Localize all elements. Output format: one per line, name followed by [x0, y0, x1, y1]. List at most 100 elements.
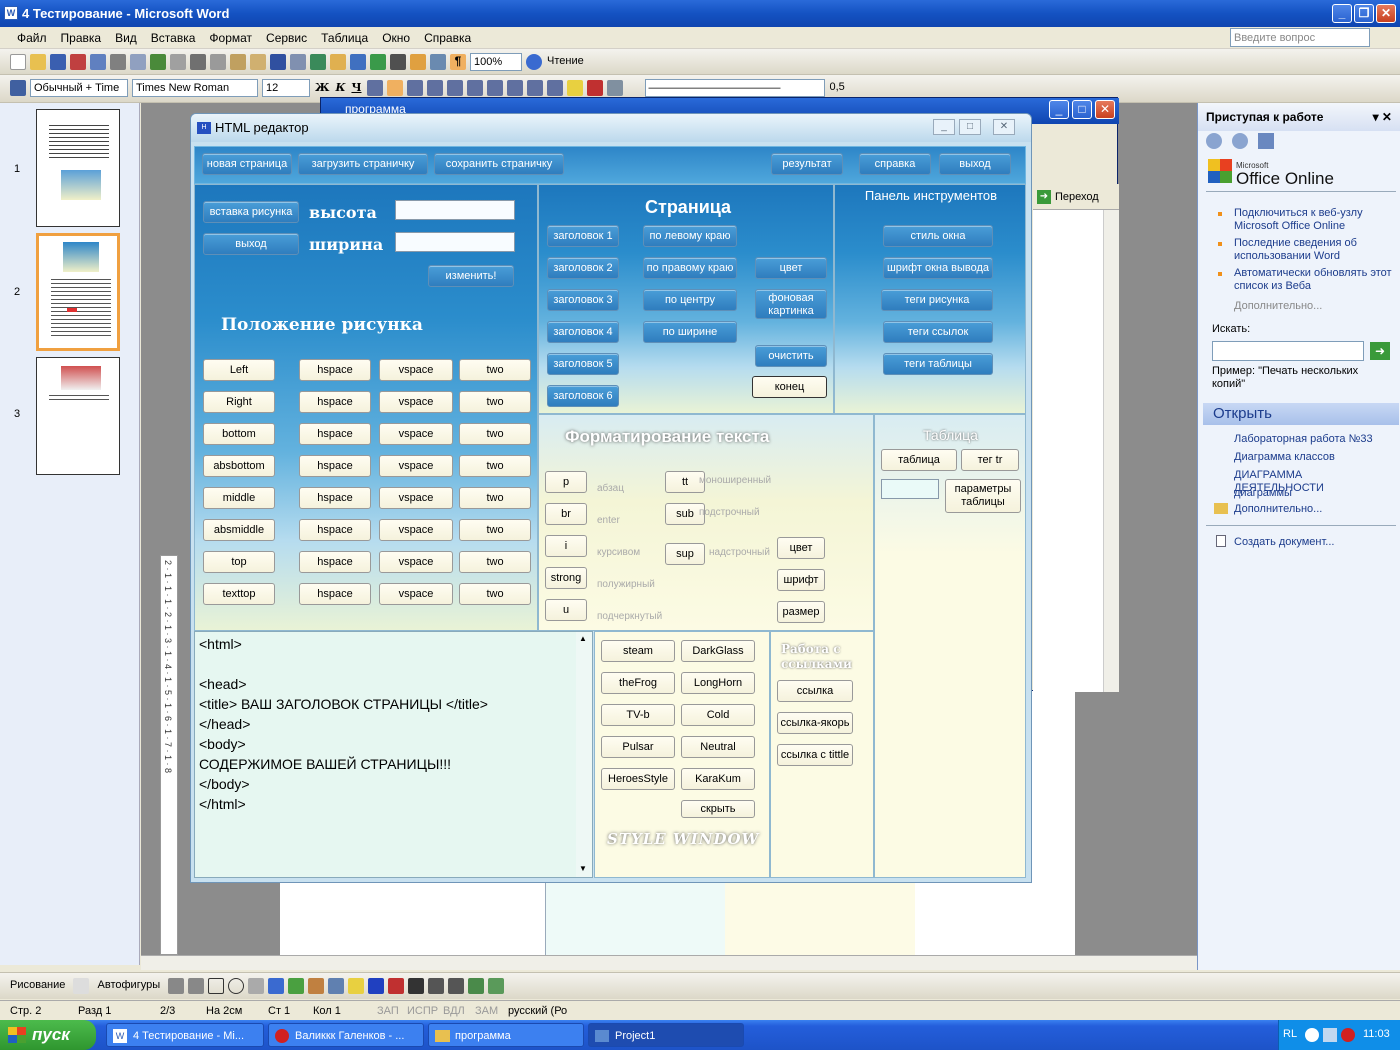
vspace-button[interactable]: vspace: [379, 391, 453, 413]
heading-4-button[interactable]: заголовок 4: [547, 321, 619, 343]
copy-icon[interactable]: [210, 54, 226, 70]
recent-doc-2[interactable]: Диаграмма классов: [1234, 451, 1394, 464]
link-auto-update[interactable]: Автоматически обновлять этот список из В…: [1234, 267, 1394, 293]
line-style-select[interactable]: ————————————: [644, 79, 825, 97]
two-button[interactable]: two: [459, 359, 531, 381]
bg-image-button[interactable]: фоновая картинка: [755, 289, 827, 319]
vspace-button[interactable]: vspace: [379, 487, 453, 509]
rectangle-icon[interactable]: [208, 978, 225, 994]
email-icon[interactable]: [90, 54, 106, 70]
tables-borders-icon[interactable]: [330, 54, 346, 70]
search-go-icon[interactable]: ➜: [1370, 342, 1390, 360]
minimize-button[interactable]: _: [1332, 4, 1352, 23]
style-Cold-button[interactable]: Cold: [681, 704, 755, 726]
underline-button[interactable]: Ч: [351, 81, 361, 94]
drawing-icon[interactable]: [410, 54, 426, 70]
restore-button[interactable]: ❐: [1354, 4, 1374, 23]
vspace-button[interactable]: vspace: [379, 455, 453, 477]
start-button[interactable]: пуск: [0, 1020, 96, 1050]
table-size-input[interactable]: [881, 479, 939, 499]
preview-icon[interactable]: [130, 54, 146, 70]
html-editor-window[interactable]: H HTML редактор _ □ ✕ новая страница заг…: [190, 113, 1032, 883]
opera-tray-icon[interactable]: [1341, 1028, 1355, 1042]
font-size-select[interactable]: 12: [262, 79, 310, 97]
style-LongHorn-button[interactable]: LongHorn: [681, 672, 755, 694]
tag-p-button[interactable]: p: [545, 471, 587, 493]
close-button[interactable]: ✕: [1376, 4, 1396, 23]
explorer-close-button[interactable]: ✕: [1095, 100, 1115, 119]
bold-button[interactable]: Ж: [315, 81, 329, 94]
research-icon[interactable]: [170, 54, 186, 70]
image-tags-button[interactable]: теги рисунка: [881, 289, 993, 311]
result-button[interactable]: результат: [771, 153, 843, 175]
indent-icon[interactable]: [526, 80, 543, 96]
two-button[interactable]: two: [459, 583, 531, 605]
undo-icon[interactable]: [270, 54, 286, 70]
align-right-icon[interactable]: [406, 80, 423, 96]
link-office-online[interactable]: Подключиться к веб-узлу Microsoft Office…: [1234, 207, 1394, 233]
menu-file[interactable]: Файл: [10, 27, 54, 49]
align-left-icon[interactable]: [366, 80, 383, 96]
table-tags-button[interactable]: теги таблицы: [883, 353, 993, 375]
explorer-maximize-button[interactable]: □: [1072, 100, 1092, 119]
italic-button[interactable]: К: [335, 81, 345, 94]
diagram-icon[interactable]: [288, 978, 305, 994]
hide-button[interactable]: скрыть: [681, 800, 755, 818]
align-absbottom-button[interactable]: absbottom: [203, 455, 275, 477]
link-latest-news[interactable]: Последние сведения об использовании Word: [1234, 237, 1394, 263]
align-middle-button[interactable]: middle: [203, 487, 275, 509]
permission-icon[interactable]: [70, 54, 86, 70]
status-rec[interactable]: ЗАП: [377, 1005, 399, 1017]
line-width-select[interactable]: 0,5: [830, 81, 845, 93]
table-params-button[interactable]: параметры таблицы: [945, 479, 1021, 513]
width-input[interactable]: [395, 232, 515, 252]
two-button[interactable]: two: [459, 551, 531, 573]
editor-minimize-button[interactable]: _: [933, 119, 955, 135]
task-project1[interactable]: Project1: [588, 1023, 744, 1047]
hspace-button[interactable]: hspace: [299, 455, 371, 477]
menu-view[interactable]: Вид: [108, 27, 144, 49]
insert-image-button[interactable]: вставка рисунка: [203, 201, 299, 223]
language-indicator[interactable]: RL: [1283, 1028, 1297, 1040]
cut-icon[interactable]: [190, 54, 206, 70]
tag-u-button[interactable]: u: [545, 599, 587, 621]
menu-help[interactable]: Справка: [417, 27, 478, 49]
align-center-icon[interactable]: [386, 80, 403, 96]
style-steam-button[interactable]: steam: [601, 640, 675, 662]
table-button[interactable]: таблица: [881, 449, 957, 471]
tag-sup-button[interactable]: sup: [665, 543, 705, 565]
columns-icon[interactable]: [390, 54, 406, 70]
help-icon[interactable]: [526, 54, 542, 70]
style-Neutral-button[interactable]: Neutral: [681, 736, 755, 758]
fill-color-icon[interactable]: [348, 978, 365, 994]
hspace-button[interactable]: hspace: [299, 519, 371, 541]
heading-1-button[interactable]: заголовок 1: [547, 225, 619, 247]
height-input[interactable]: [395, 200, 515, 220]
forward-icon[interactable]: [1232, 133, 1248, 149]
explorer-scrollbar[interactable]: [1103, 210, 1119, 692]
new-doc-icon[interactable]: [10, 54, 26, 70]
justify-icon[interactable]: [426, 80, 443, 96]
align-bottom-button[interactable]: bottom: [203, 423, 275, 445]
status-ovr[interactable]: ЗАМ: [475, 1005, 498, 1017]
page-color-button[interactable]: цвет: [755, 257, 827, 279]
show-marks-icon[interactable]: ¶: [450, 54, 466, 70]
align-Right-button[interactable]: Right: [203, 391, 275, 413]
align-absmiddle-button[interactable]: absmiddle: [203, 519, 275, 541]
outdent-icon[interactable]: [506, 80, 523, 96]
hspace-button[interactable]: hspace: [299, 359, 371, 381]
print-icon[interactable]: [110, 54, 126, 70]
picture-icon[interactable]: [328, 978, 345, 994]
text-color-icon[interactable]: [388, 978, 405, 994]
search-input[interactable]: [1212, 341, 1364, 361]
align-texttop-button[interactable]: texttop: [203, 583, 275, 605]
back-icon[interactable]: [1206, 133, 1222, 149]
help-button[interactable]: справка: [859, 153, 931, 175]
style-select[interactable]: Обычный + Time: [30, 79, 128, 97]
tr-tag-button[interactable]: тег tr: [961, 449, 1019, 471]
window-style-button[interactable]: стиль окна: [883, 225, 993, 247]
code-editor[interactable]: <html> <head> <title> ВАШ ЗАГОЛОВОК СТРАНИ…: [194, 631, 593, 878]
redo-icon[interactable]: [290, 54, 306, 70]
style-DarkGlass-button[interactable]: DarkGlass: [681, 640, 755, 662]
text-size-button[interactable]: размер: [777, 601, 825, 623]
